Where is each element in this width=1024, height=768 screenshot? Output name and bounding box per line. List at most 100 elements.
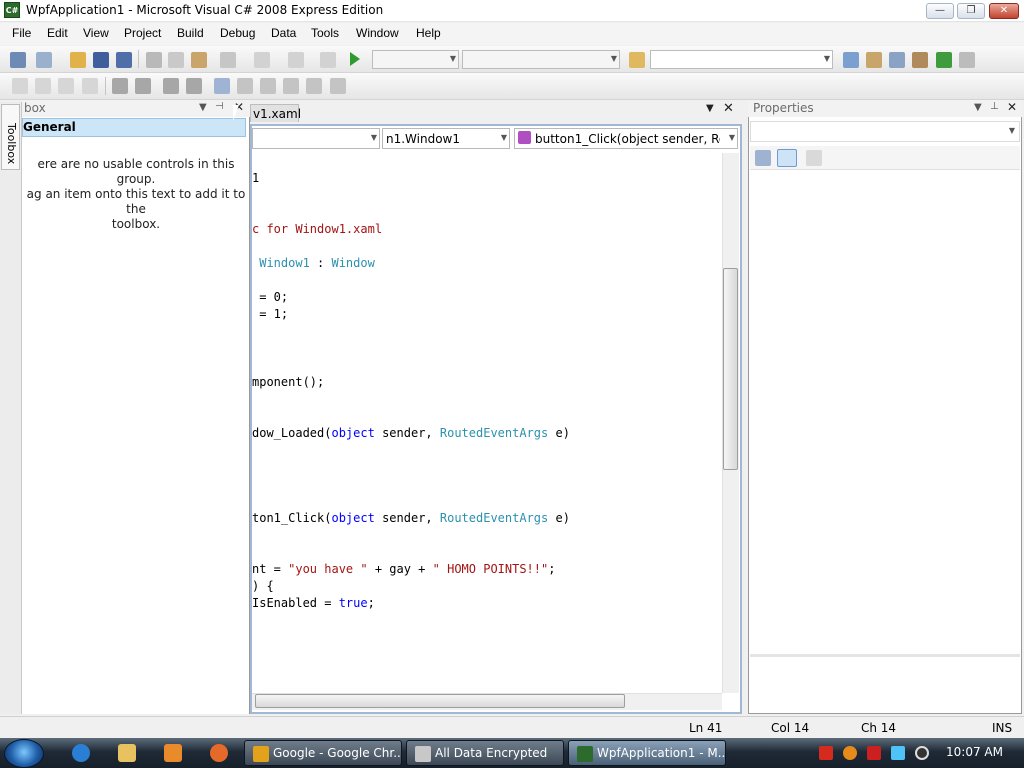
copy-icon[interactable] (168, 52, 184, 68)
document-tab[interactable]: v1.xaml (250, 104, 301, 122)
next-bookmark-icon[interactable] (260, 78, 276, 94)
navigate-backward-icon[interactable] (288, 52, 304, 68)
toolbox-vertical-tab[interactable]: Toolbox (1, 104, 20, 170)
previous-bookmark-in-folder-icon[interactable] (283, 78, 299, 94)
property-pages-icon[interactable] (806, 150, 822, 166)
code-line: mponent(); (252, 375, 324, 389)
decrease-indent-icon[interactable] (112, 78, 128, 94)
uncomment-icon[interactable] (186, 78, 202, 94)
active-files-dropdown-icon[interactable]: ▼ (706, 103, 714, 114)
file-explorer-icon[interactable] (118, 744, 136, 762)
comment-out-icon[interactable] (163, 78, 179, 94)
taskbar-button[interactable]: WpfApplication1 - M... (568, 740, 726, 766)
clock[interactable]: 10:07 AM (946, 745, 1003, 759)
menu-help[interactable]: Help (416, 26, 441, 40)
menu-tools[interactable]: Tools (311, 26, 339, 40)
properties-pin-icon[interactable]: ⊥ (990, 101, 999, 112)
increase-indent-icon[interactable] (135, 78, 151, 94)
start-button[interactable] (4, 739, 44, 768)
media-player-icon[interactable] (164, 744, 182, 762)
toolbox-icon[interactable] (912, 52, 928, 68)
menu-project[interactable]: Project (124, 26, 161, 40)
display-quick-info-icon[interactable] (58, 78, 74, 94)
properties-close-icon[interactable]: ✕ (1007, 100, 1017, 114)
categorized-icon[interactable] (755, 150, 771, 166)
start-page-icon[interactable] (936, 52, 952, 68)
display-object-member-list-icon[interactable] (12, 78, 28, 94)
code-line: = 0; (252, 290, 288, 304)
close-document-icon[interactable]: ✕ (723, 101, 734, 116)
display-word-completion-icon[interactable] (82, 78, 98, 94)
network-icon[interactable] (891, 746, 905, 760)
properties-window-icon[interactable] (866, 52, 882, 68)
minimize-button[interactable]: — (926, 3, 954, 19)
code-text-area[interactable]: 1 c for Window1.xaml Window1 : Window = 0… (252, 153, 720, 693)
code-token: sender, (374, 426, 440, 440)
undo-icon[interactable] (220, 52, 236, 68)
code-line: nt = "you have " + gay + " HOMO POINTS!!… (252, 562, 555, 576)
solution-platform-dropdown[interactable]: ▼ (462, 50, 620, 69)
search-tray-icon[interactable] (843, 746, 857, 760)
solution-configuration-dropdown[interactable]: ▼ (372, 50, 459, 69)
cut-icon[interactable] (146, 52, 162, 68)
code-token: ; (367, 596, 375, 610)
add-item-icon[interactable] (36, 52, 52, 68)
toolbar-separator (105, 77, 106, 95)
taskbar-button[interactable]: All Data Encrypted (406, 740, 564, 766)
firefox-icon[interactable] (210, 744, 228, 762)
alphabetical-icon[interactable] (777, 149, 797, 167)
object-browser-icon[interactable] (889, 52, 905, 68)
taskbar-button[interactable]: Google - Google Chr... (244, 740, 402, 766)
code-line: dow_Loaded(object sender, RoutedEventArg… (252, 426, 570, 440)
menu-file[interactable]: File (12, 26, 31, 40)
find-input[interactable]: ▼ (650, 50, 833, 69)
new-project-icon[interactable] (10, 52, 26, 68)
menu-view[interactable]: View (83, 26, 109, 40)
open-file-icon[interactable] (70, 52, 86, 68)
menu-edit[interactable]: Edit (47, 26, 68, 40)
volume-icon[interactable] (915, 746, 929, 760)
redo-icon[interactable] (254, 52, 270, 68)
text-editor-toolbar (0, 73, 1024, 100)
toolbox-autohide-pin-icon[interactable]: ⊣ (215, 101, 224, 112)
internet-explorer-icon[interactable] (72, 744, 90, 762)
next-bookmark-in-folder-icon[interactable] (306, 78, 322, 94)
class-dropdown[interactable]: ▼ (252, 128, 380, 149)
navigate-forward-icon[interactable] (320, 52, 336, 68)
editor-horizontal-scroll-thumb[interactable] (255, 694, 625, 708)
properties-toolbar (750, 146, 1020, 170)
member-dropdown[interactable]: button1_Click(object sender, Route ▼ (514, 128, 738, 149)
clear-bookmarks-icon[interactable] (330, 78, 346, 94)
find-in-files-icon[interactable] (629, 52, 645, 68)
menu-data[interactable]: Data (271, 26, 296, 40)
solution-explorer-icon[interactable] (843, 52, 859, 68)
code-line: 1 (252, 171, 259, 185)
close-button[interactable]: ✕ (989, 3, 1019, 19)
start-debugging-icon[interactable] (350, 52, 360, 66)
display-parameter-info-icon[interactable] (35, 78, 51, 94)
flag-icon[interactable] (867, 746, 881, 760)
paste-icon[interactable] (191, 52, 207, 68)
save-icon[interactable] (93, 52, 109, 68)
toolbox-group-general[interactable]: General (22, 118, 246, 137)
type-dropdown[interactable]: n1.Window1 ▼ (382, 128, 510, 149)
menu-build[interactable]: Build (177, 26, 204, 40)
save-all-icon[interactable] (116, 52, 132, 68)
editor-vertical-scroll-thumb[interactable] (723, 268, 738, 470)
menu-window[interactable]: Window (356, 26, 399, 40)
chrome-icon (253, 746, 269, 762)
visual-csharp-app-icon[interactable]: C# (4, 2, 20, 18)
antivirus-icon[interactable] (819, 746, 833, 760)
properties-dropdown-icon[interactable]: ▼ (974, 102, 982, 113)
toolbox-dropdown-icon[interactable]: ▼ (199, 102, 207, 113)
properties-panel (748, 100, 1022, 714)
toolbar-separator (138, 50, 139, 68)
more-windows-icon[interactable] (959, 52, 975, 68)
menu-debug[interactable]: Debug (220, 26, 255, 40)
properties-object-dropdown[interactable]: ▼ (750, 121, 1020, 142)
toolbox-empty-message-line: ere are no usable controls in this group… (37, 157, 235, 186)
toggle-bookmark-icon[interactable] (214, 78, 230, 94)
maximize-button[interactable]: ❐ (957, 3, 985, 19)
code-token: ; (548, 562, 556, 576)
previous-bookmark-icon[interactable] (237, 78, 253, 94)
